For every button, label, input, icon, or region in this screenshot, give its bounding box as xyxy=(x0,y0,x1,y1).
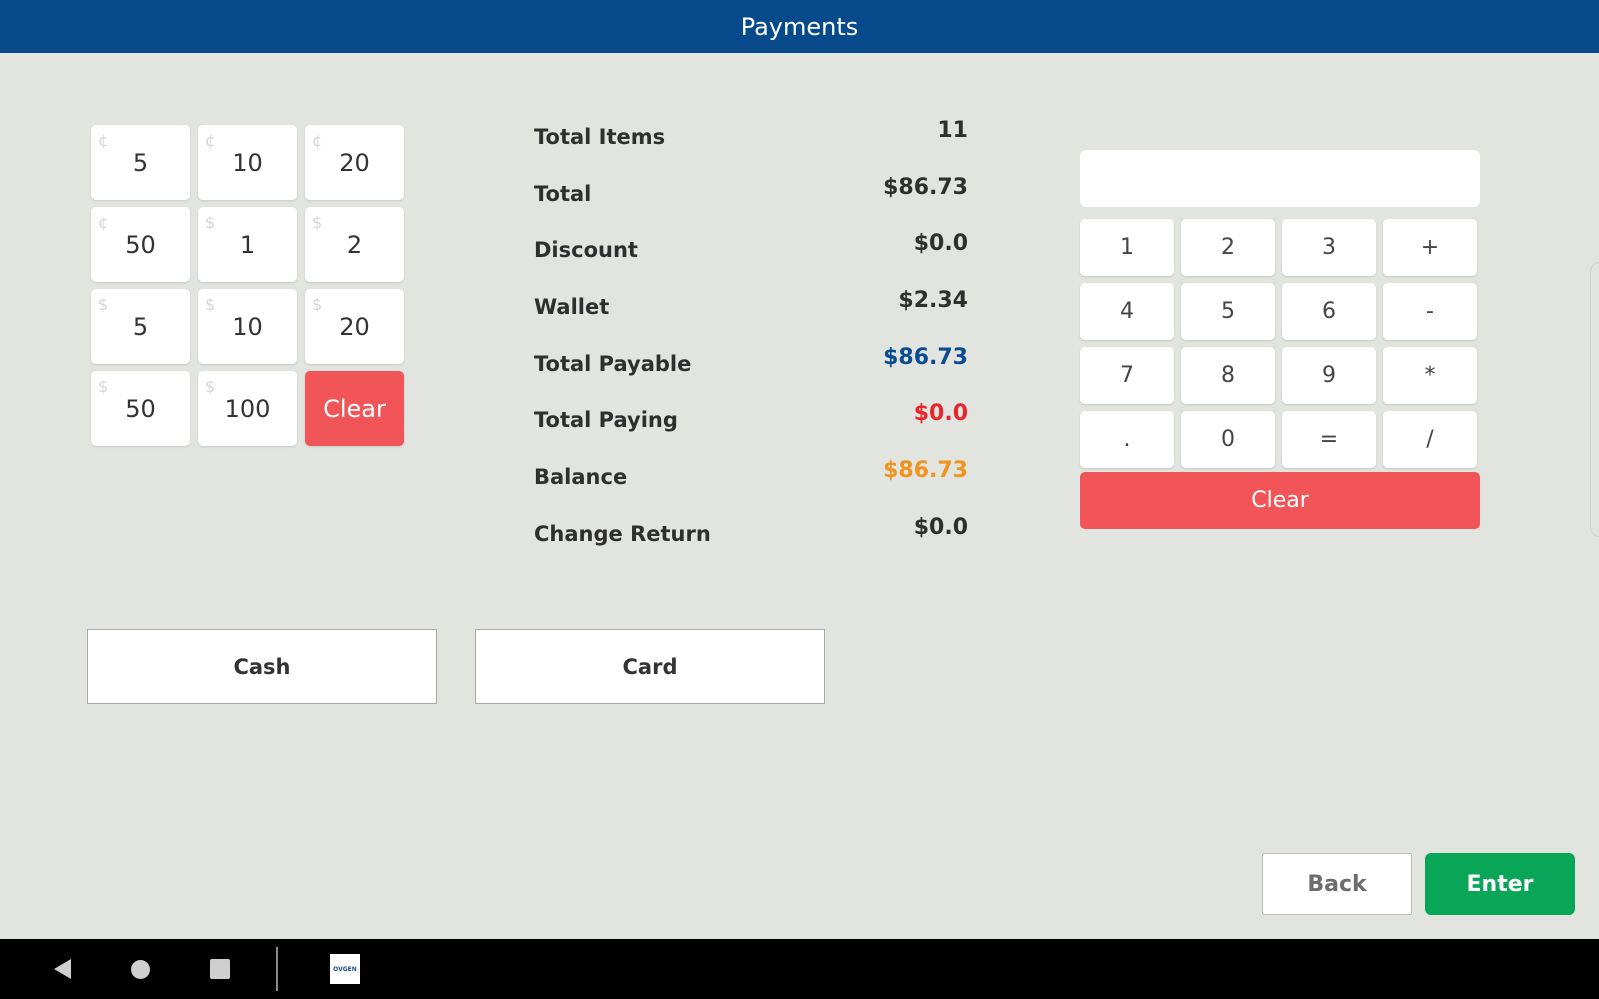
summary-value: $0.0 xyxy=(913,514,968,540)
summary-row-change-return: Change Return $0.0 xyxy=(534,515,968,572)
dollar-symbol: $ xyxy=(205,295,216,314)
denom-value: 20 xyxy=(339,312,370,341)
nav-recent-apps-icon[interactable] xyxy=(210,959,230,979)
summary-value: $86.73 xyxy=(883,344,968,370)
summary-label: Change Return xyxy=(534,521,711,546)
card-button[interactable]: Card xyxy=(475,629,825,704)
summary-label: Discount xyxy=(534,238,638,263)
denom-value: 2 xyxy=(346,230,363,259)
dollar-symbol: $ xyxy=(98,295,109,314)
denom-clear-button[interactable]: Clear xyxy=(305,371,404,446)
summary-row-total-paying: Total Paying $0.0 xyxy=(534,401,968,458)
key-2[interactable]: 2 xyxy=(1181,219,1275,276)
summary-row-discount: Discount $0.0 xyxy=(534,231,968,288)
key-1[interactable]: 1 xyxy=(1080,219,1174,276)
summary-row-wallet: Wallet $2.34 xyxy=(534,288,968,345)
key-7[interactable]: 7 xyxy=(1080,347,1174,404)
denom-value: 50 xyxy=(125,394,156,423)
denom-value: 5 xyxy=(132,312,149,341)
denom-button-2-dollars[interactable]: $2 xyxy=(305,207,404,282)
cent-symbol: ¢ xyxy=(98,131,109,150)
denom-button-20-dollars[interactable]: $20 xyxy=(305,289,404,364)
denom-value: 1 xyxy=(239,230,256,259)
cent-symbol: ¢ xyxy=(98,213,109,232)
app-icon-label: OVGEN xyxy=(333,965,357,973)
summary-value: $86.73 xyxy=(883,458,968,484)
key-9[interactable]: 9 xyxy=(1282,347,1376,404)
denom-value: 20 xyxy=(339,148,370,177)
denom-value: 100 xyxy=(224,394,271,423)
nav-back-icon[interactable] xyxy=(54,959,71,979)
key-decimal[interactable]: . xyxy=(1080,411,1174,468)
denom-button-10-cents[interactable]: ¢ 10 xyxy=(198,125,297,200)
key-multiply[interactable]: * xyxy=(1383,347,1477,404)
summary-value: $0.0 xyxy=(913,401,968,427)
key-8[interactable]: 8 xyxy=(1181,347,1275,404)
calculator-display[interactable] xyxy=(1080,150,1480,207)
summary-row-total-payable: Total Payable $86.73 xyxy=(534,345,968,402)
page-title: Payments xyxy=(740,13,859,41)
edge-panel-handle[interactable] xyxy=(1590,262,1599,537)
summary-value: $0.0 xyxy=(913,231,968,257)
dollar-symbol: $ xyxy=(98,377,109,396)
nav-divider xyxy=(276,947,278,991)
key-divide[interactable]: / xyxy=(1383,411,1477,468)
summary-value: $86.73 xyxy=(883,174,968,200)
key-6[interactable]: 6 xyxy=(1282,283,1376,340)
denom-button-10-dollars[interactable]: $10 xyxy=(198,289,297,364)
dollar-symbol: $ xyxy=(205,213,216,232)
denom-value: 10 xyxy=(232,312,263,341)
key-equals[interactable]: = xyxy=(1282,411,1376,468)
denom-value: 50 xyxy=(125,230,156,259)
key-5[interactable]: 5 xyxy=(1181,283,1275,340)
denomination-grid: ¢ 5 ¢ 10 ¢ 20 ¢ 50 $1 $2 $5 $10 $20 $50 $100… xyxy=(91,125,407,446)
summary-value: $2.34 xyxy=(898,288,968,314)
denom-value: 5 xyxy=(132,148,149,177)
denom-button-1-dollar[interactable]: $1 xyxy=(198,207,297,282)
key-3[interactable]: 3 xyxy=(1282,219,1376,276)
key-4[interactable]: 4 xyxy=(1080,283,1174,340)
cash-button[interactable]: Cash xyxy=(87,629,437,704)
dollar-symbol: $ xyxy=(312,213,323,232)
header-bar: Payments xyxy=(0,0,1599,53)
nav-home-icon[interactable] xyxy=(131,960,150,979)
summary-row-total: Total $86.73 xyxy=(534,175,968,232)
summary-label: Total Payable xyxy=(534,351,692,376)
payment-summary: Total Items 11 Total $86.73 Discount $0.… xyxy=(534,118,968,572)
summary-value: 11 xyxy=(937,118,968,143)
app-shortcut-icon[interactable]: OVGEN xyxy=(330,954,360,984)
summary-row-balance: Balance $86.73 xyxy=(534,458,968,515)
calculator-keypad: 1 2 3 + 4 5 6 - 7 8 9 * . 0 = / xyxy=(1080,219,1480,468)
summary-label: Total xyxy=(534,181,592,206)
denom-button-20-cents[interactable]: ¢ 20 xyxy=(305,125,404,200)
summary-label: Balance xyxy=(534,465,628,490)
summary-row-total-items: Total Items 11 xyxy=(534,118,968,175)
dollar-symbol: $ xyxy=(205,377,216,396)
cent-symbol: ¢ xyxy=(312,131,323,150)
key-0[interactable]: 0 xyxy=(1181,411,1275,468)
denom-button-100-dollars[interactable]: $100 xyxy=(198,371,297,446)
key-minus[interactable]: - xyxy=(1383,283,1477,340)
key-plus[interactable]: + xyxy=(1383,219,1477,276)
dollar-symbol: $ xyxy=(312,295,323,314)
summary-label: Total Items xyxy=(534,125,666,149)
cent-symbol: ¢ xyxy=(205,131,216,150)
back-button[interactable]: Back xyxy=(1262,853,1412,915)
summary-label: Total Paying xyxy=(534,408,678,433)
denom-button-50-cents[interactable]: ¢ 50 xyxy=(91,207,190,282)
denom-button-5-cents[interactable]: ¢ 5 xyxy=(91,125,190,200)
denom-button-50-dollars[interactable]: $50 xyxy=(91,371,190,446)
summary-label: Wallet xyxy=(534,295,610,320)
enter-button[interactable]: Enter xyxy=(1425,853,1575,915)
system-navigation-bar: OVGEN xyxy=(0,939,1599,999)
denom-value: 10 xyxy=(232,148,263,177)
calculator-clear-button[interactable]: Clear xyxy=(1080,472,1480,529)
denom-button-5-dollars[interactable]: $5 xyxy=(91,289,190,364)
